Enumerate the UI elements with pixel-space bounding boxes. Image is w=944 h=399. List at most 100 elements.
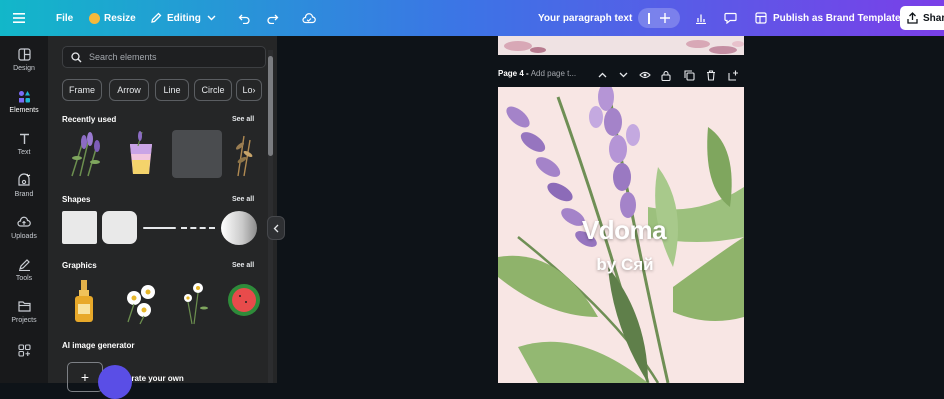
rail-item-brand[interactable]: Brand (0, 172, 48, 198)
comment-button[interactable] (724, 0, 737, 36)
brand-subtitle[interactable]: by Сяй (570, 255, 680, 275)
previous-page-preview[interactable] (498, 36, 744, 55)
add-page-icon (727, 70, 738, 81)
publish-brand-template-button[interactable]: Publish as Brand Template (755, 0, 901, 36)
chevron-down-icon (207, 15, 216, 21)
page-number: Page 4 - (498, 69, 529, 78)
left-rail: Design Elements Text Brand Uploads Tools… (0, 36, 48, 383)
chip-lo[interactable]: Lo › (236, 79, 262, 101)
rail-item-apps[interactable] (0, 342, 48, 361)
shapes-icon (18, 90, 30, 102)
square-shape-thumb[interactable] (62, 211, 97, 244)
layout-icon (17, 47, 31, 61)
crown-icon (89, 12, 100, 24)
rail-item-elements[interactable]: Elements (0, 88, 48, 114)
share-label: Shar (923, 12, 944, 24)
menu-button[interactable] (13, 0, 25, 36)
text-cursor-icon[interactable] (648, 12, 650, 24)
publish-label: Publish as Brand Template (773, 12, 901, 24)
rail-item-tools[interactable]: Tools (0, 256, 48, 282)
add-page-button[interactable] (727, 69, 739, 81)
brand-title[interactable]: Vdoma (559, 215, 689, 246)
line-shape-thumb[interactable] (143, 227, 176, 229)
drink-glass-thumb[interactable] (118, 130, 166, 178)
watermelon-thumb[interactable] (226, 280, 260, 320)
floral-strip-graphic (504, 40, 744, 54)
assistant-fab[interactable] (98, 365, 132, 399)
chevron-right-icon: › (252, 85, 256, 95)
cloud-upload-icon (17, 216, 31, 227)
watermelon-graphic (228, 284, 260, 316)
rail-item-uploads[interactable]: Uploads (0, 214, 48, 240)
rail-item-text[interactable]: Text (0, 130, 48, 156)
shapes-title: Shapes (62, 195, 91, 204)
duplicate-page-button[interactable] (683, 69, 695, 81)
search-placeholder: Search elements (89, 52, 157, 62)
editing-mode-button[interactable]: Editing (150, 0, 216, 36)
delete-page-button[interactable] (705, 69, 717, 81)
undo-button[interactable] (238, 0, 251, 36)
cloud-check-icon (302, 12, 316, 23)
rail-item-design[interactable]: Design (0, 46, 48, 72)
rail-label: Design (13, 65, 35, 72)
circle-shape-thumb[interactable] (221, 211, 257, 245)
elements-panel: Search elements Frame Arrow Line Circle … (48, 36, 277, 383)
ai-generator-title: AI image generator (62, 341, 135, 350)
page-down-button[interactable] (617, 69, 629, 81)
shapes-see-all[interactable]: See all (232, 196, 254, 203)
leaf-bunch-thumb[interactable] (230, 130, 256, 178)
recently-used-see-all[interactable]: See all (232, 116, 254, 123)
resize-button[interactable]: Resize (89, 0, 136, 36)
chamomile-graphic (184, 283, 208, 325)
collapse-panel-button[interactable] (267, 216, 285, 240)
lavender-sprig-thumb[interactable] (62, 130, 110, 178)
cloud-save-button[interactable] (302, 0, 316, 36)
plus-icon[interactable] (660, 13, 670, 23)
chevron-down-icon (619, 72, 627, 78)
rail-item-projects[interactable]: Projects (0, 298, 48, 324)
recently-used-title: Recently used (62, 115, 117, 124)
redo-button[interactable] (266, 0, 279, 36)
chevron-left-icon (273, 224, 279, 232)
blank-photo-thumb[interactable] (172, 130, 222, 178)
chip-circle[interactable]: Circle (194, 79, 232, 101)
chip-line[interactable]: Line (155, 79, 189, 101)
rounded-square-shape-thumb[interactable] (102, 211, 137, 244)
lock-icon (661, 70, 671, 81)
template-icon (755, 12, 767, 24)
chevron-up-icon (598, 72, 606, 78)
graphics-see-all[interactable]: See all (232, 262, 254, 269)
hide-page-button[interactable] (639, 69, 651, 81)
daisy-bunch-thumb[interactable] (118, 278, 166, 326)
chamomile-thumb[interactable] (178, 278, 218, 326)
redo-icon (267, 14, 279, 24)
page-up-button[interactable] (596, 69, 608, 81)
text-icon (19, 133, 29, 144)
file-menu[interactable]: File (56, 0, 73, 36)
lock-page-button[interactable] (660, 69, 672, 81)
search-icon (71, 51, 82, 62)
copy-icon (683, 69, 695, 81)
share-button[interactable]: Shar (900, 6, 944, 30)
share-upload-icon (907, 12, 918, 24)
oil-bottle-graphic (75, 280, 93, 322)
oil-bottle-thumb[interactable] (66, 278, 102, 326)
chip-arrow[interactable]: Arrow (109, 79, 149, 101)
rail-label: Elements (9, 107, 39, 114)
hamburger-icon (13, 13, 25, 23)
chip-frame[interactable]: Frame (62, 79, 102, 101)
leaf-bunch-graphic (235, 135, 253, 177)
search-input[interactable]: Search elements (62, 46, 266, 68)
page-title-bar: Page 4 - Add page t... (498, 69, 576, 78)
resize-label: Resize (104, 12, 136, 24)
dashed-line-shape-thumb[interactable] (181, 227, 215, 229)
rail-label: Brand (14, 191, 34, 198)
collaborators-group (638, 8, 680, 28)
bar-chart-icon (696, 14, 706, 24)
insights-button[interactable] (695, 0, 707, 36)
panel-scrollbar[interactable] (268, 56, 273, 156)
page-title-input[interactable]: Add page t... (531, 69, 576, 78)
daisy-bunch-graphic (127, 285, 155, 325)
trash-icon (707, 69, 715, 81)
paragraph-text-selector[interactable]: Your paragraph text (538, 0, 632, 36)
